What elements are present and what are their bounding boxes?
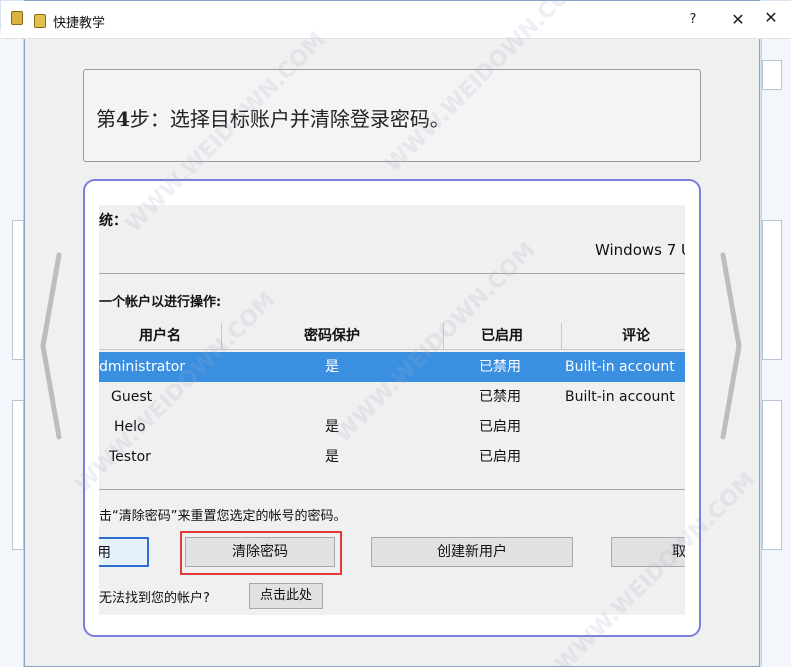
- dialog-icon: [34, 14, 46, 28]
- select-account-label: 一个帐户以进行操作:: [99, 295, 222, 310]
- background-panel: [12, 400, 24, 550]
- apply-button[interactable]: 用: [99, 537, 149, 567]
- background-field: [762, 60, 782, 90]
- next-arrow-icon[interactable]: [719, 251, 743, 441]
- cell-username: Testor: [109, 449, 151, 465]
- instruction-hint: 击“清除密码”来重置您选定的帐号的密码。: [99, 509, 347, 524]
- divider: [99, 273, 685, 274]
- header-divider: [99, 349, 685, 350]
- background-close-button[interactable]: ✕: [761, 8, 781, 28]
- column-header-username[interactable]: 用户名: [99, 323, 221, 349]
- dialog-title: 快捷教学: [53, 16, 106, 31]
- step-suffix: 步：选择目标账户并清除登录密码。: [129, 107, 450, 131]
- previous-arrow-icon[interactable]: [39, 251, 63, 441]
- cell-enabled: 已启用: [479, 419, 521, 435]
- step-instruction: 第4步：选择目标账户并清除登录密码。: [96, 103, 450, 132]
- tutorial-screenshot-frame: 统： Windows 7 U 一个帐户以进行操作: 用户名 密码保护 已启用 评…: [83, 179, 701, 637]
- click-here-button[interactable]: 点击此处: [249, 583, 323, 609]
- column-header-enabled[interactable]: 已启用: [443, 323, 561, 349]
- os-label: 统：: [99, 213, 127, 229]
- cancel-button[interactable]: 取消: [611, 537, 685, 567]
- cell-comment: Built-in account: [565, 359, 675, 375]
- help-button[interactable]: ?: [683, 10, 703, 30]
- cell-username: Helo: [114, 419, 146, 435]
- title-bar: 快捷教学 ? ✕ ✕: [1, 1, 791, 39]
- accounts-table: 用户名 密码保护 已启用 评论 dministrator 是 已禁用 Built…: [99, 323, 685, 483]
- cell-username: Guest: [111, 389, 153, 405]
- close-button[interactable]: ✕: [728, 10, 748, 30]
- background-panel: [12, 220, 24, 360]
- table-row[interactable]: Testor 是 已启用: [99, 442, 685, 472]
- cell-enabled: 已禁用: [479, 389, 521, 405]
- cant-find-account-label: 无法找到您的帐户?: [99, 591, 210, 606]
- cell-enabled: 已启用: [479, 449, 521, 465]
- table-row[interactable]: Guest 已禁用 Built-in account: [99, 382, 685, 412]
- step-instruction-box: 第4步：选择目标账户并清除登录密码。: [83, 69, 701, 162]
- step-prefix: 第: [96, 107, 116, 131]
- cell-enabled: 已禁用: [479, 359, 521, 375]
- os-value: Windows 7 U: [595, 241, 685, 259]
- background-panel: [762, 220, 782, 360]
- cell-username: dministrator: [99, 359, 186, 375]
- create-user-button[interactable]: 创建新用户: [371, 537, 573, 567]
- table-row[interactable]: Helo 是 已启用: [99, 412, 685, 442]
- cell-password-protected: 是: [325, 419, 339, 435]
- column-header-comment[interactable]: 评论: [561, 323, 685, 349]
- background-panel: [762, 400, 782, 550]
- cell-comment: Built-in account: [565, 389, 675, 405]
- tutorial-screenshot: 统： Windows 7 U 一个帐户以进行操作: 用户名 密码保护 已启用 评…: [99, 205, 685, 615]
- column-header-password-protected[interactable]: 密码保护: [221, 323, 443, 349]
- tutorial-dialog: 快捷教学 ? ✕ ✕ 第4步：选择目标账户并清除登录密码。 统： Windows…: [1, 0, 791, 667]
- cell-password-protected: 是: [325, 449, 339, 465]
- step-number: 4: [116, 107, 130, 131]
- table-row[interactable]: dministrator 是 已禁用 Built-in account: [99, 352, 685, 382]
- divider: [99, 489, 685, 490]
- cell-password-protected: 是: [325, 359, 339, 375]
- clear-password-button[interactable]: 清除密码: [185, 537, 335, 567]
- app-icon: [11, 11, 23, 25]
